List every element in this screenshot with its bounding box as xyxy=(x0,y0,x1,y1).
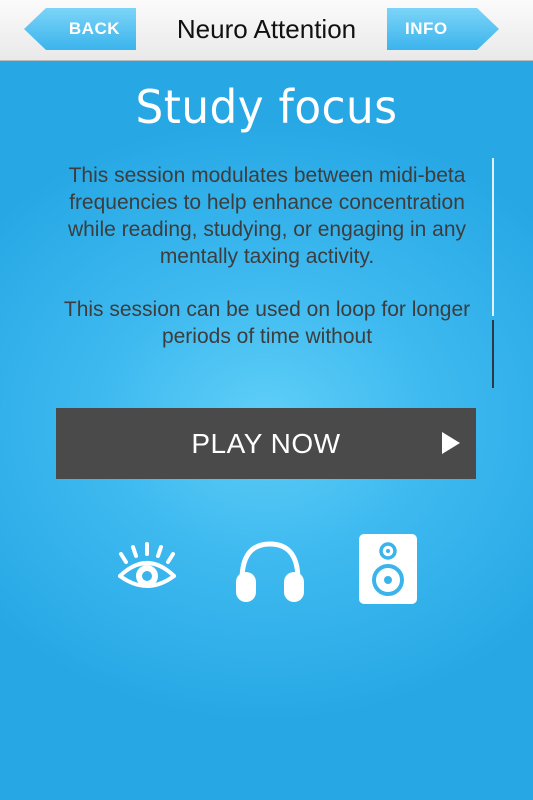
info-button-label: INFO xyxy=(405,19,448,38)
play-icon xyxy=(442,432,460,454)
play-now-label: PLAY NOW xyxy=(191,427,341,459)
headphones-icon[interactable] xyxy=(233,538,307,606)
session-title: Study focus xyxy=(135,80,398,134)
scrollbar-track xyxy=(492,158,494,316)
session-description-scroll[interactable]: This session modulates between midi-beta… xyxy=(56,162,478,384)
scrollbar-thumb[interactable] xyxy=(492,320,494,388)
play-now-button[interactable]: PLAY NOW xyxy=(56,408,476,479)
speaker-icon[interactable] xyxy=(359,534,417,604)
description-paragraph-1: This session modulates between midi-beta… xyxy=(67,164,467,268)
eye-icon[interactable] xyxy=(112,540,182,596)
info-button[interactable]: INFO xyxy=(387,8,499,50)
description-paragraph-2: This session can be used on loop for lon… xyxy=(63,298,471,348)
description-scrollbar[interactable] xyxy=(492,158,494,388)
nav-bar: BACK Neuro Attention INFO xyxy=(0,0,533,61)
